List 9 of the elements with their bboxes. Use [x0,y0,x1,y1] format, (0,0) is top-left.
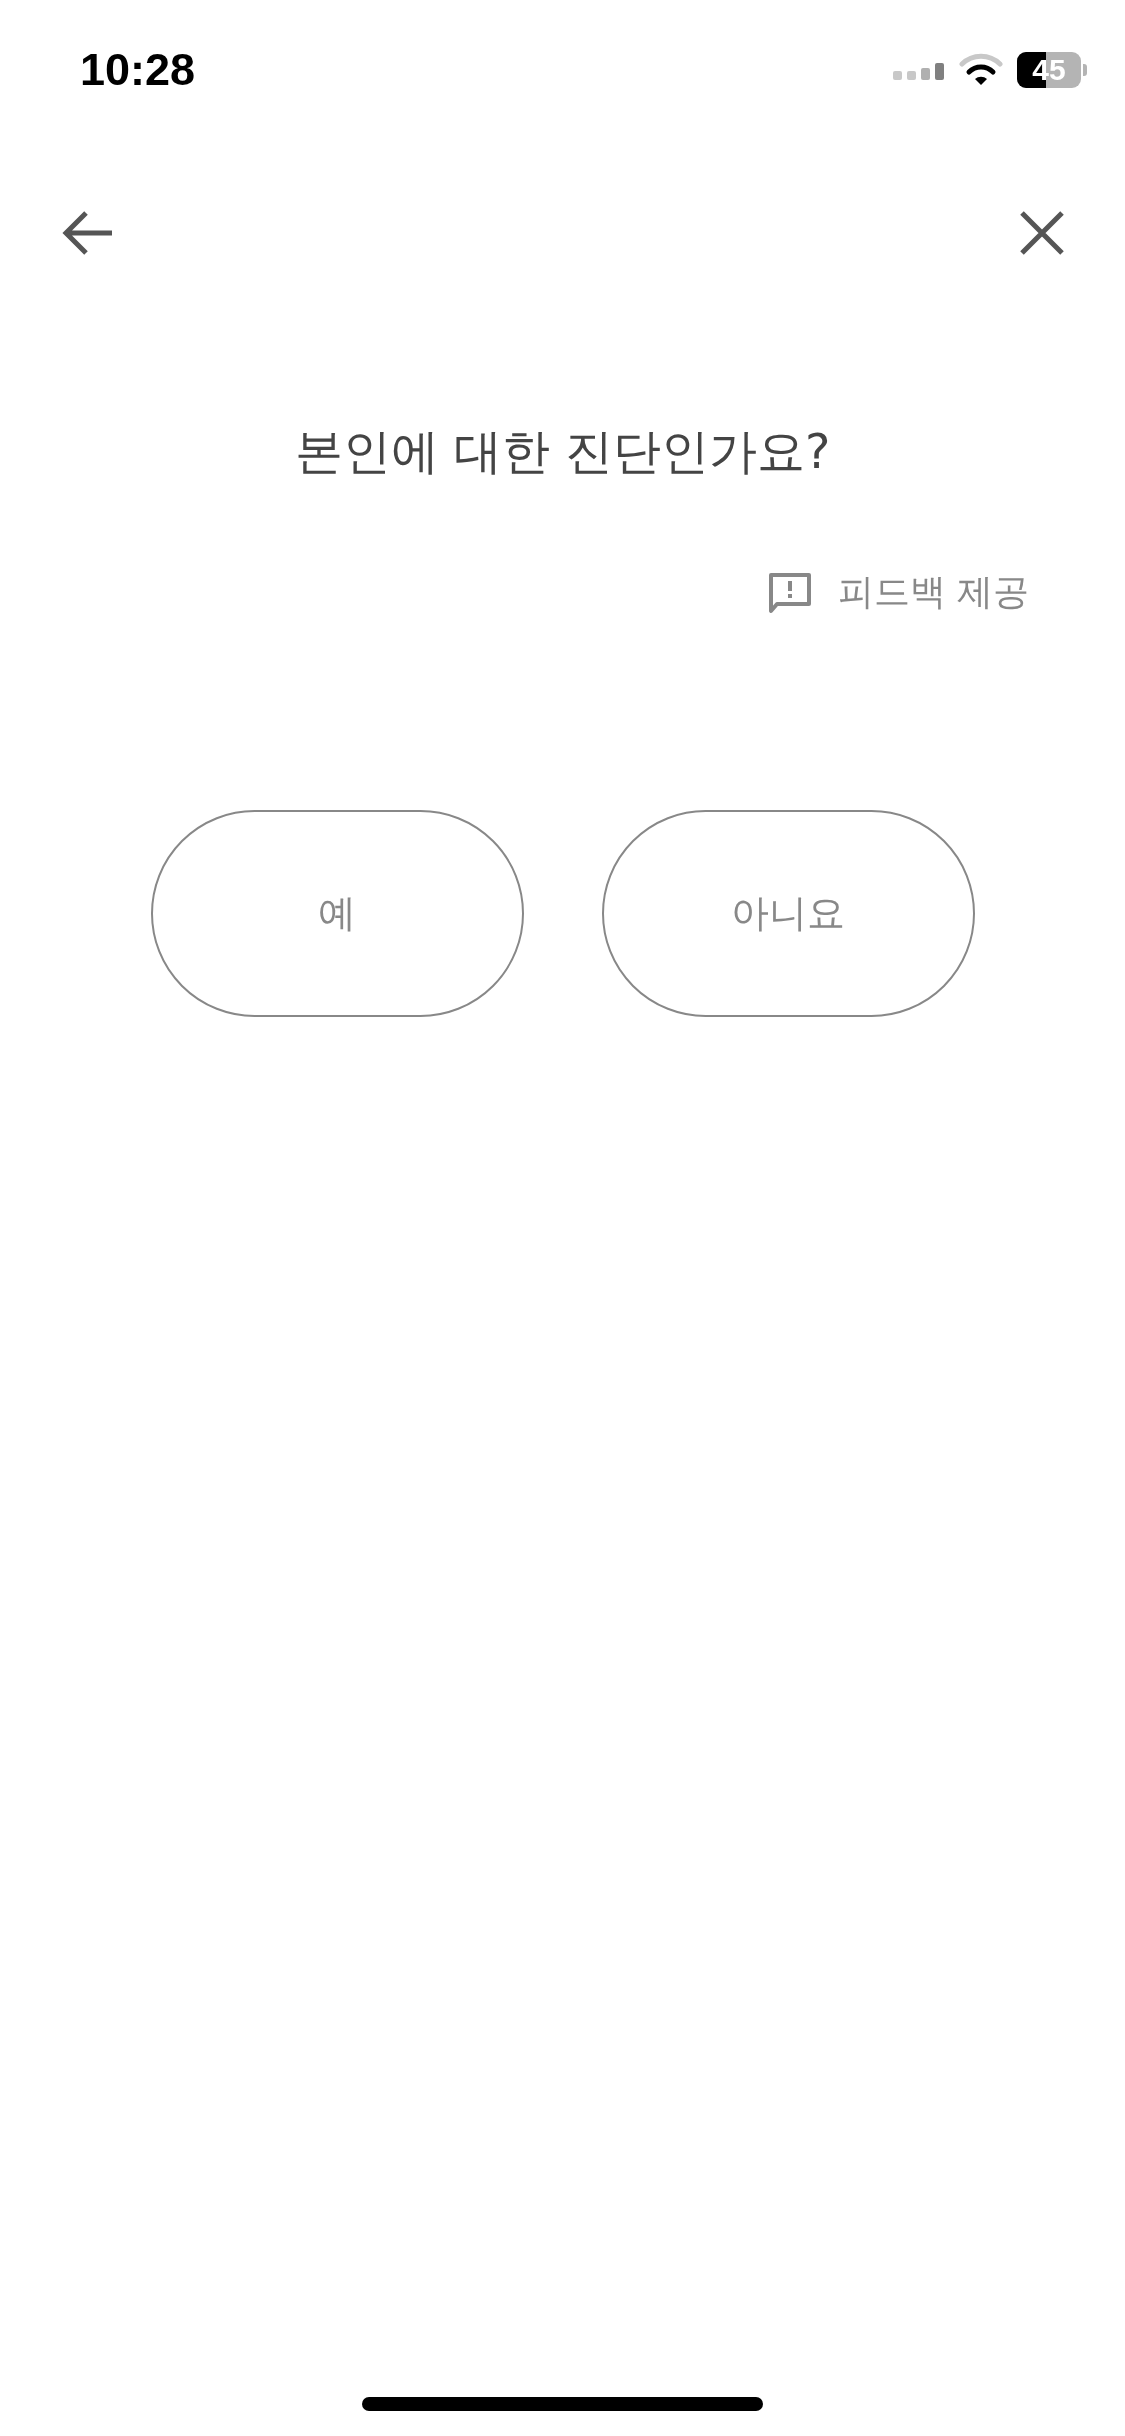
question-title: 본인에 대한 진단인가요? [293,422,832,481]
wifi-icon [959,53,1003,87]
feedback-icon [767,571,812,614]
close-button[interactable] [1019,210,1065,256]
back-button[interactable] [62,210,114,256]
answer-button[interactable]: 예 [150,810,524,1017]
status-time: 10:28 [80,44,196,96]
answer-button[interactable]: 아니요 [601,810,975,1017]
feedback-link[interactable]: 피드백 제공 [767,568,1029,617]
